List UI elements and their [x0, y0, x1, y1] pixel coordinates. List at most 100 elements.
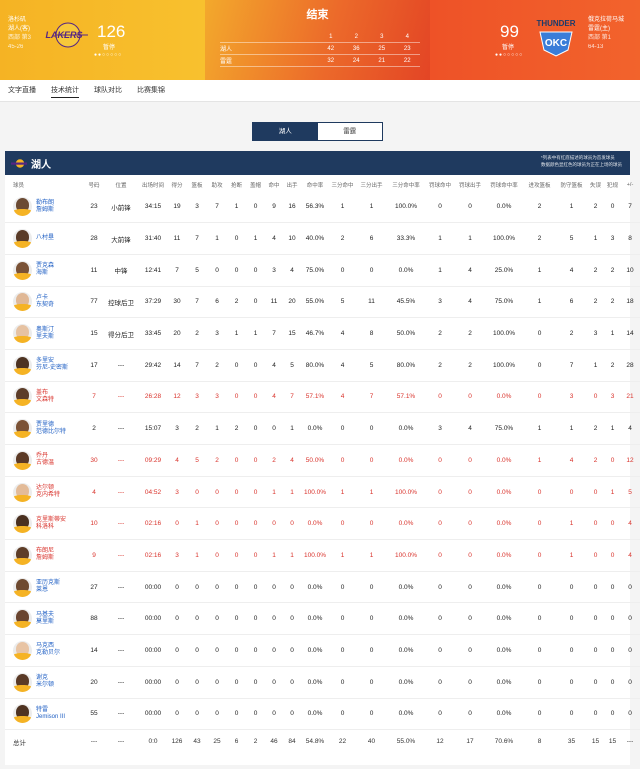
- player-row[interactable]: 勒布朗 詹姆斯 23 小前锋 34:15 19 3 7 1 0 9 16 56.3% 1 1 100.0% 0 0…: [5, 191, 640, 224]
- toggle-home-team[interactable]: 湖人: [253, 123, 318, 140]
- column-header: 三分命中率: [392, 182, 420, 189]
- player-avatar: [13, 514, 32, 534]
- stat-fga: 4: [283, 254, 301, 287]
- player-row[interactable]: 奥斯汀 里夫斯 15 得分后卫 33:45 20 2 3 1 1 7 15 46.7% 4 8 50.0% 2 2…: [5, 317, 640, 350]
- player-cell[interactable]: 勒布朗 詹姆斯: [5, 191, 85, 224]
- stat-pm: 0: [621, 666, 639, 699]
- player-avatar: [13, 260, 32, 280]
- player-cell[interactable]: 谢克 米尔顿: [5, 666, 85, 699]
- player-row[interactable]: 贾克森 海斯 11 中锋 12:41 7 5 0 0 0 3 4 75.0% 0 0 0.0% 1 4 25.0% 1…: [5, 254, 640, 287]
- player-cell[interactable]: 布朗尼 詹姆斯: [5, 539, 85, 572]
- player-avatar: [13, 482, 32, 502]
- stat-tpm: 0: [329, 698, 356, 731]
- player-name[interactable]: 卢卡 东契奇: [36, 295, 84, 309]
- player-cell[interactable]: 特雷 Jemison III: [5, 698, 85, 731]
- player-name[interactable]: 贾克森 海斯: [36, 263, 84, 277]
- player-row[interactable]: 克里斯蒂安 科洛科 10 --- 02:16 0 1 0 0 0 0 0 0.0% 0 0 0.0% 0 0 0.0…: [5, 507, 640, 541]
- player-name[interactable]: 马基夫 莫里斯: [36, 612, 84, 626]
- stat-fta: 0: [455, 602, 485, 636]
- player-row[interactable]: 盖布 文森特 7 --- 26:28 12 3 3 0 0 4 7 57.1% 4 7 57.1% 0 0 0.0%…: [5, 381, 640, 414]
- player-row[interactable]: 乔丹 古德温 30 --- 09:29 4 5 2 0 0 2 4 50.0% 0 0 0.0% 0 0 0.0% 1…: [5, 444, 640, 477]
- toggle-away-team[interactable]: 雷霆: [318, 123, 383, 140]
- stat-tov: 2: [587, 286, 604, 319]
- stat-pts: 4: [167, 444, 187, 477]
- player-cell[interactable]: 八村塁: [5, 222, 85, 255]
- stat-ftm: 1: [425, 254, 455, 287]
- quarter-score: 21: [378, 57, 386, 64]
- player-name[interactable]: 多里安 芬尼-史密斯: [36, 358, 84, 372]
- home-timeout-dots: ●●○○○○○: [94, 52, 123, 58]
- player-name[interactable]: 克里斯蒂安 科洛科: [36, 517, 84, 531]
- player-name[interactable]: 盖布 文森特: [36, 390, 84, 404]
- stat-ftp: 0.0%: [485, 602, 523, 636]
- player-cell[interactable]: 乔丹 古德温: [5, 444, 85, 477]
- column-header: 命中率: [306, 182, 324, 189]
- player-cell[interactable]: 克里斯蒂安 科洛科: [5, 507, 85, 541]
- player-name[interactable]: 乔丹 古德温: [36, 453, 84, 467]
- stat-oreb: 0: [523, 539, 556, 572]
- stat-tpp: 100.0%: [387, 476, 425, 509]
- player-row[interactable]: 马基夫 莫里斯 88 --- 00:00 0 0 0 0 0 0 0 0.0% 0 0 0.0% 0 0 0.0% 0…: [5, 602, 640, 636]
- player-cell[interactable]: 贾里德 范德比尔特: [5, 412, 85, 445]
- total-stl: 6: [234, 738, 239, 746]
- stat-fta: 0: [455, 476, 485, 509]
- player-row[interactable]: 卢卡 东契奇 77 控球后卫 37:29 30 7 6 2 0 11 20 55.0% 5 11 45.5% 3…: [5, 286, 640, 319]
- player-row[interactable]: 布朗尼 詹姆斯 9 --- 02:16 3 1 0 0 0 1 1 100.0% 1 1 100.0% 0 0 0.…: [5, 539, 640, 572]
- home-team-name: 湖人(客): [8, 26, 30, 32]
- player-name[interactable]: 马克西 克勒贝尔: [36, 643, 84, 657]
- stat-tov: 2: [587, 412, 604, 445]
- player-row[interactable]: 贾里德 范德比尔特 2 --- 15:07 3 2 1 2 0 0 1 0.0% 0 0 0.0% 3 4 75.0…: [5, 412, 640, 445]
- player-name[interactable]: 布朗尼 詹姆斯: [36, 548, 84, 562]
- player-cell[interactable]: 马基夫 莫里斯: [5, 602, 85, 636]
- player-avatar: [13, 355, 32, 375]
- player-name[interactable]: 达尔顿 克内希特: [36, 485, 84, 499]
- stat-oreb: 0: [523, 698, 556, 731]
- player-row[interactable]: 八村塁 28 大前锋 31:40 11 7 1 0 1 4 10 40.0% 2 6 33.3% 1 1 100.…: [5, 222, 640, 255]
- stat-num: 27: [85, 571, 103, 604]
- stat-tpa: 0: [356, 507, 387, 541]
- player-cell[interactable]: 多里安 芬尼-史密斯: [5, 349, 85, 382]
- stat-fgp: 75.0%: [301, 254, 329, 287]
- player-name[interactable]: 亚历克斯 莱恩: [36, 580, 84, 594]
- player-cell[interactable]: 奥斯汀 里夫斯: [5, 317, 85, 350]
- player-row[interactable]: 亚历克斯 莱恩 27 --- 00:00 0 0 0 0 0 0 0 0.0% 0 0 0.0% 0 0 0.0% 0…: [5, 571, 640, 604]
- player-row[interactable]: 特雷 Jemison III 55 --- 00:00 0 0 0 0 0 0 0 0.0% 0 0 0.0%…: [5, 698, 640, 731]
- total-tpp: 55.0%: [396, 738, 416, 746]
- total-fgp: 54.8%: [305, 738, 325, 746]
- stat-min: 31:40: [139, 222, 167, 255]
- player-cell[interactable]: 亚历克斯 莱恩: [5, 571, 85, 604]
- stat-tov: 2: [587, 254, 604, 287]
- player-name-line: 克勒贝尔: [36, 650, 61, 657]
- player-name[interactable]: 特雷 Jemison III: [36, 707, 84, 721]
- column-header: 犯规: [606, 182, 618, 189]
- player-name[interactable]: 勒布朗 詹姆斯: [36, 200, 84, 214]
- tab-highlights[interactable]: 比赛集锦: [137, 80, 165, 101]
- stat-min: 00:00: [139, 634, 167, 667]
- column-header: 失误: [589, 182, 601, 189]
- player-row[interactable]: 谢克 米尔顿 20 --- 00:00 0 0 0 0 0 0 0 0.0% 0 0 0.0% 0 0 0.0% 0 0…: [5, 666, 640, 699]
- player-row[interactable]: 马克西 克勒贝尔 14 --- 00:00 0 0 0 0 0 0 0 0.0% 0 0 0.0% 0 0 0.0%…: [5, 634, 640, 667]
- stat-tov: 1: [587, 349, 604, 382]
- stat-tpa: 1: [356, 476, 387, 509]
- column-header: 三分出手: [360, 182, 383, 189]
- player-cell[interactable]: 盖布 文森特: [5, 381, 85, 414]
- player-name[interactable]: 贾里德 范德比尔特: [36, 422, 84, 436]
- stat-fga: 5: [283, 349, 301, 382]
- player-row[interactable]: 多里安 芬尼-史密斯 17 --- 29:42 14 7 2 0 0 4 5 80.0% 4 5 80.0% 2…: [5, 349, 640, 382]
- player-cell[interactable]: 卢卡 东契奇: [5, 286, 85, 319]
- player-cell[interactable]: 达尔顿 克内希特: [5, 476, 85, 509]
- player-cell[interactable]: 贾克森 海斯: [5, 254, 85, 287]
- player-name[interactable]: 奥斯汀 里夫斯: [36, 327, 84, 341]
- stat-pts: 0: [167, 634, 187, 667]
- player-name[interactable]: 谢克 米尔顿: [36, 675, 84, 689]
- quarter-score: 36: [352, 45, 360, 52]
- quarter-label: 3: [380, 33, 384, 40]
- player-name[interactable]: 八村塁: [36, 235, 84, 242]
- stat-tpp: 0.0%: [387, 412, 425, 445]
- stat-fta: 0: [455, 634, 485, 667]
- tab-box-score[interactable]: 技术统计: [51, 80, 79, 101]
- player-cell[interactable]: 马克西 克勒贝尔: [5, 634, 85, 667]
- player-row[interactable]: 达尔顿 克内希特 4 --- 04:52 3 0 0 0 0 1 1 100.0% 1 1 100.0% 0 0 0…: [5, 476, 640, 509]
- tab-team-compare[interactable]: 球队对比: [94, 80, 122, 101]
- tab-live-text[interactable]: 文字直播: [8, 80, 36, 101]
